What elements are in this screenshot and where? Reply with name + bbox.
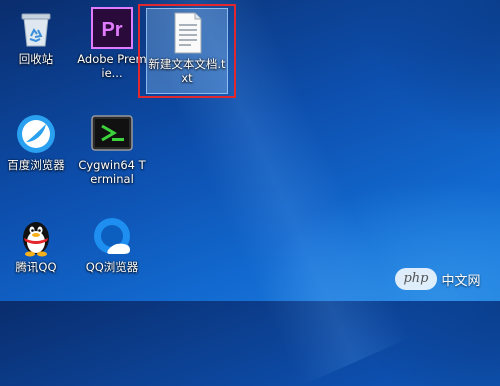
watermark-text: 中文网 — [441, 273, 481, 289]
desktop-icon-tencent-qq[interactable]: 腾讯QQ — [0, 214, 72, 274]
desktop-icon-recycle-bin[interactable]: 回收站 — [0, 6, 72, 66]
adobe-premiere-icon: Pr — [90, 6, 134, 50]
qq-penguin-icon — [14, 214, 58, 258]
recycle-bin-label: 回收站 — [18, 52, 54, 66]
cygwin64-terminal-label: Cygwin64 Terminal — [78, 158, 146, 186]
cygwin-terminal-icon — [90, 112, 134, 156]
desktop-icon-cygwin64-terminal[interactable]: Cygwin64 Terminal — [76, 112, 148, 186]
qq-browser-icon — [90, 214, 134, 258]
baidu-browser-label: 百度浏览器 — [7, 158, 65, 172]
php-watermark: php 中文网 — [382, 265, 494, 293]
desktop-icon-baidu-browser[interactable]: 百度浏览器 — [0, 112, 72, 172]
qq-browser-label: QQ浏览器 — [85, 260, 139, 274]
premiere-glyph: Pr — [101, 19, 122, 41]
recycle-bin-icon — [14, 6, 58, 50]
php-logo: php — [395, 268, 437, 290]
tencent-qq-label: 腾讯QQ — [15, 260, 57, 274]
red-highlight-box — [138, 4, 236, 98]
baidu-browser-icon — [14, 112, 58, 156]
desktop-icon-qq-browser[interactable]: QQ浏览器 — [76, 214, 148, 274]
